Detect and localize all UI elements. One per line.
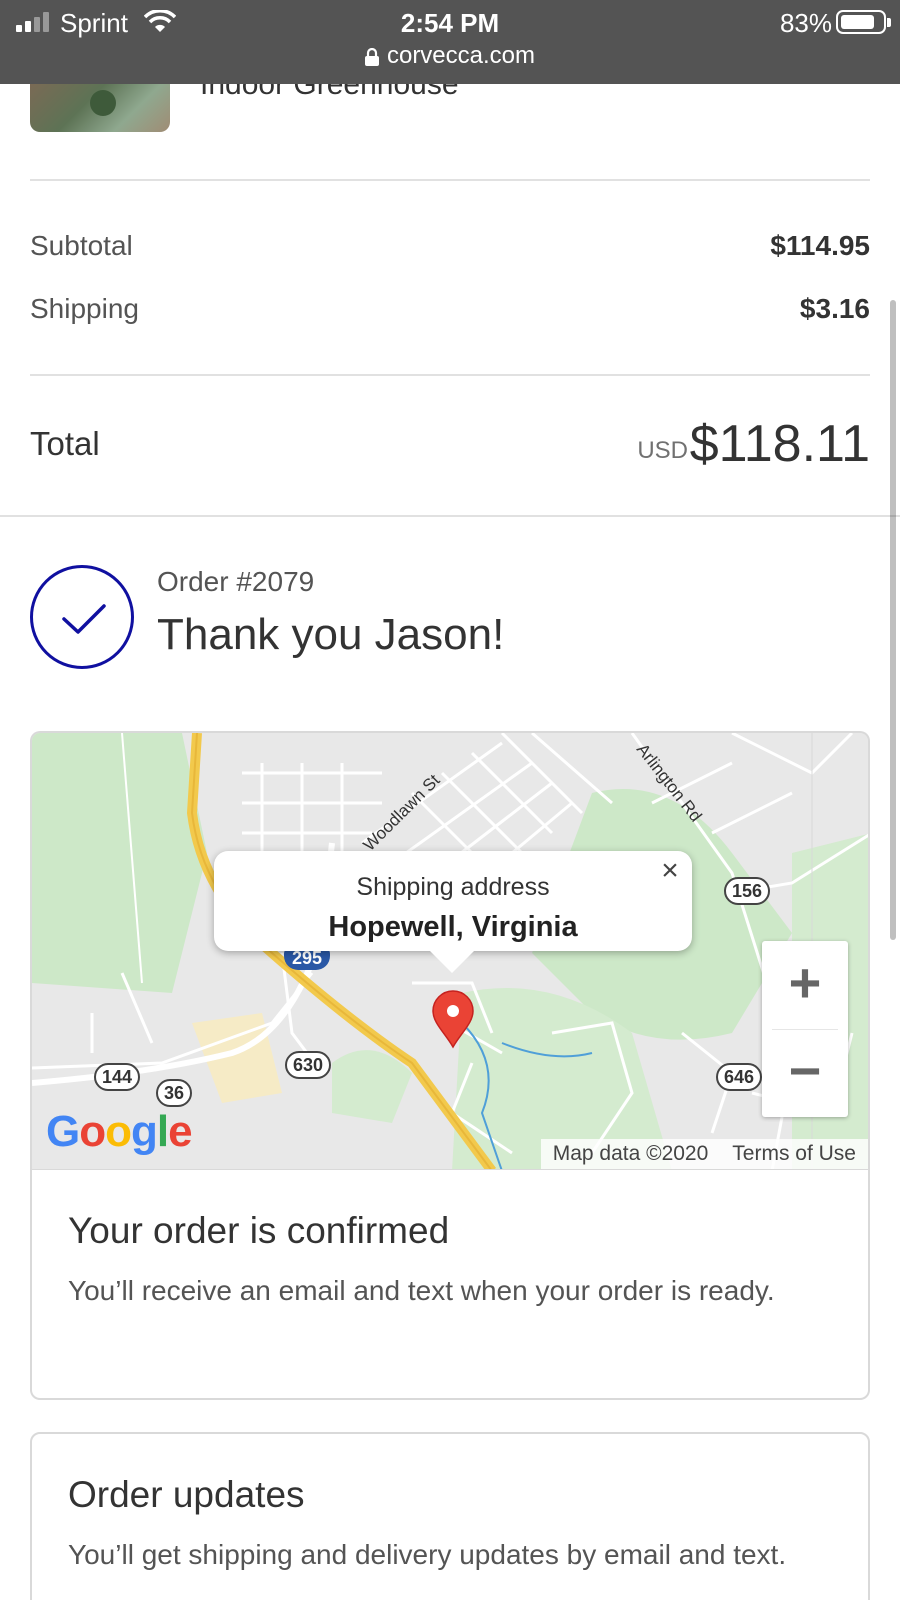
popup-city: Hopewell, Virginia [328,911,578,943]
route-shield: 646 [716,1063,763,1091]
status-time: 2:54 PM [400,8,500,38]
route-shield: 630 [285,1051,332,1079]
confirmed-body: You’ll receive an email and text when yo… [68,1275,775,1306]
zoom-out-button[interactable]: − [762,1029,848,1117]
zoom-control: + − [762,941,848,1117]
divider [30,374,870,376]
route-shield: 156 [724,877,771,905]
google-logo: Google [46,1107,193,1156]
location-pin-icon[interactable] [431,989,475,1049]
order-confirmed-card: Your order is confirmed You’ll receive a… [30,1169,870,1400]
battery-percent: 83% [779,8,832,38]
lock-icon [364,47,379,66]
divider [30,179,870,181]
route-shield: 36 [156,1079,193,1107]
currency-code: USD [637,437,688,464]
order-number: Order #2079 [157,566,315,597]
popup-title: Shipping address [356,873,550,901]
shipping-label: Shipping [30,293,139,324]
section-divider [0,515,900,517]
url-text: corvecca.com [386,42,536,69]
close-icon[interactable]: × [656,856,684,886]
total-label: Total [30,425,100,462]
checkmark-circle-icon [30,565,134,669]
updates-body: You’ll get shipping and delivery updates… [68,1539,787,1570]
total-amount: $118.11 [689,415,870,473]
shipping-map[interactable]: Woodlawn St Arlington Rd 156 295 630 144… [30,731,870,1169]
zoom-in-button[interactable]: + [762,941,848,1029]
status-bar: Sprint 2:54 PM corvecca.com 83% [0,0,900,84]
map-data-credit: Map data ©2020 [552,1142,709,1165]
page-scrollbar[interactable] [890,300,896,940]
confirmed-title: Your order is confirmed [68,1210,450,1251]
subtotal-label: Subtotal [30,230,133,261]
shipping-value: $3.16 [799,293,870,324]
address-bar[interactable]: corvecca.com [0,42,900,70]
battery-fill [841,15,874,29]
map-attribution: Map data ©2020 Terms of Use [540,1139,868,1169]
thank-you-heading: Thank you Jason! [157,610,505,659]
order-updates-card: Order updates You’ll get shipping and de… [30,1432,870,1600]
battery-nub [887,18,891,27]
updates-title: Order updates [68,1474,305,1515]
terms-of-use-link[interactable]: Terms of Use [732,1142,856,1165]
route-shield: 144 [94,1063,141,1091]
battery-icon [836,10,891,34]
checkmark-icon [62,604,106,634]
shipping-address-popup: Shipping address Hopewell, Virginia × [214,851,692,973]
product-thumbnail [30,84,170,132]
subtotal-value: $114.95 [770,230,870,261]
